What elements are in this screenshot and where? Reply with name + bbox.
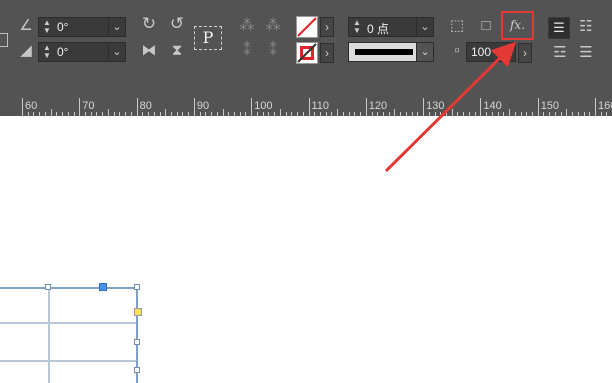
ruler-minor-tick <box>566 109 568 116</box>
ruler-label: 90 <box>196 100 210 112</box>
rotate-angle-stepper[interactable]: ▲ ▼ <box>41 44 53 60</box>
ruler-major-tick <box>136 98 138 116</box>
rotate-cw-icon[interactable]: ↻ <box>138 15 160 33</box>
document-canvas[interactable] <box>0 116 612 383</box>
ruler-major-tick <box>365 98 367 116</box>
ruler-major-tick <box>423 98 425 116</box>
frame-fitting-icon[interactable]: □ <box>476 17 496 35</box>
ruler-major-tick <box>480 98 482 116</box>
stroke-type-select[interactable]: ⌄ <box>348 42 434 62</box>
align-left-icon[interactable]: ☰ <box>548 17 570 39</box>
angle-icon: ∠ <box>19 17 33 34</box>
ruler-minor-tick <box>509 109 511 116</box>
stroke-swatch-icon[interactable] <box>296 42 318 64</box>
fill-none-slash <box>297 17 317 37</box>
table-border-top <box>0 287 137 289</box>
rotate-angle-value: 0° <box>57 45 69 59</box>
flip-vertical-icon[interactable]: ⧗ <box>166 42 188 60</box>
align-center-icon[interactable]: ☲ <box>550 44 570 62</box>
effects-icon: fx. <box>509 18 526 32</box>
align-distribute-icon-3[interactable]: ⁑ <box>238 42 256 60</box>
ruler-label: 80 <box>139 100 152 112</box>
fill-none-icon[interactable] <box>296 16 318 38</box>
stroke-weight-field[interactable]: ▲ ▼ 0 点 ⌄ <box>348 17 434 37</box>
ruler-major-tick <box>308 98 310 116</box>
text-frame-icon[interactable]: P <box>194 26 222 50</box>
stroke-swatch-graphic <box>297 43 317 63</box>
ruler-label: 150 <box>540 100 560 112</box>
ruler-minor-tick <box>451 109 453 116</box>
shear-angle-stepper[interactable]: ▲ ▼ <box>41 19 53 35</box>
opacity-arrow-button[interactable]: › <box>518 43 532 63</box>
ruler-minor-tick <box>107 109 109 116</box>
ruler-major-tick <box>79 98 81 116</box>
ruler-minor-tick <box>165 109 167 116</box>
ruler-label: 110 <box>311 100 330 112</box>
ruler-label: 160 <box>598 100 612 112</box>
shear-icon: ◢ <box>20 42 32 59</box>
opacity-value: 100 <box>471 45 492 59</box>
stroke-weight-stepper[interactable]: ▲ ▼ <box>351 19 363 35</box>
stroke-type-dropdown[interactable]: ⌄ <box>416 43 433 61</box>
ruler-major-tick <box>22 98 23 116</box>
rotate-angle-dropdown[interactable]: ⌄ <box>108 43 125 61</box>
align-justify-icon[interactable]: ☰ <box>576 44 596 62</box>
selection-handle[interactable] <box>134 339 140 345</box>
table-row-line <box>0 322 137 324</box>
ruler-minor-tick <box>337 109 339 116</box>
fill-arrow-button[interactable]: › <box>320 17 334 37</box>
ruler-label: 130 <box>426 100 445 112</box>
ruler-major-tick <box>595 98 596 116</box>
flip-horizontal-icon[interactable]: ⧓ <box>138 42 160 60</box>
shear-angle-value: 0° <box>57 20 69 34</box>
ruler-label: 70 <box>82 100 95 112</box>
stroke-type-preview <box>355 49 413 55</box>
selection-handle[interactable] <box>134 284 140 290</box>
table-row-line <box>0 360 137 362</box>
align-right-icon[interactable]: ☷ <box>576 18 596 36</box>
corner-options-icon[interactable]: ⬚ <box>446 17 468 35</box>
left-edge-icon <box>0 33 8 47</box>
table-column-line <box>48 287 50 383</box>
ruler-major-tick <box>193 98 195 116</box>
opacity-icon: ▫ <box>454 42 460 59</box>
shear-angle-field[interactable]: ▲ ▼ 0° ⌄ <box>38 17 126 37</box>
align-distribute-icon-1[interactable]: ⁂ <box>238 17 256 35</box>
selection-handle-center[interactable] <box>99 283 107 291</box>
ruler-minor-tick <box>279 109 281 116</box>
ruler-major-tick <box>537 98 539 116</box>
align-distribute-icon-2[interactable]: ⁂ <box>262 17 284 35</box>
shear-angle-dropdown[interactable]: ⌄ <box>108 18 125 36</box>
selection-handle[interactable] <box>45 284 51 290</box>
rotate-angle-field[interactable]: ▲ ▼ 0° ⌄ <box>38 42 126 62</box>
text-frame-icon-label: P <box>202 28 214 47</box>
ruler-minor-tick <box>394 109 396 116</box>
ruler-label: 120 <box>368 100 388 112</box>
selection-handle[interactable] <box>134 367 140 373</box>
ruler-label: 140 <box>483 100 502 112</box>
align-distribute-icon-4[interactable]: ⁑ <box>262 42 284 60</box>
control-panel-toolbar: ∠ ▲ ▼ 0° ⌄ ◢ ▲ ▼ 0° ⌄ ↻ ↺ ⧓ ⧗ P ⁂ ⁂ ⁑ ⁑ › … <box>0 0 612 98</box>
stroke-arrow-button[interactable]: › <box>320 43 334 63</box>
ruler-minor-tick <box>222 109 224 116</box>
rotate-ccw-icon[interactable]: ↺ <box>166 15 188 33</box>
effects-button[interactable]: fx. <box>501 11 534 40</box>
text-frame-port-handle[interactable] <box>134 308 142 316</box>
stroke-weight-value: 0 点 <box>367 22 390 36</box>
ruler-label: 60 <box>25 100 38 112</box>
ruler-label: 100 <box>254 100 273 112</box>
opacity-field[interactable]: 100 <box>466 42 516 62</box>
ruler-minor-tick <box>50 109 52 116</box>
horizontal-ruler[interactable]: 60 70 80 90 100 110 120 130 140 150 160 <box>0 98 612 116</box>
stroke-weight-dropdown[interactable]: ⌄ <box>416 18 433 36</box>
ruler-major-tick <box>251 98 253 116</box>
